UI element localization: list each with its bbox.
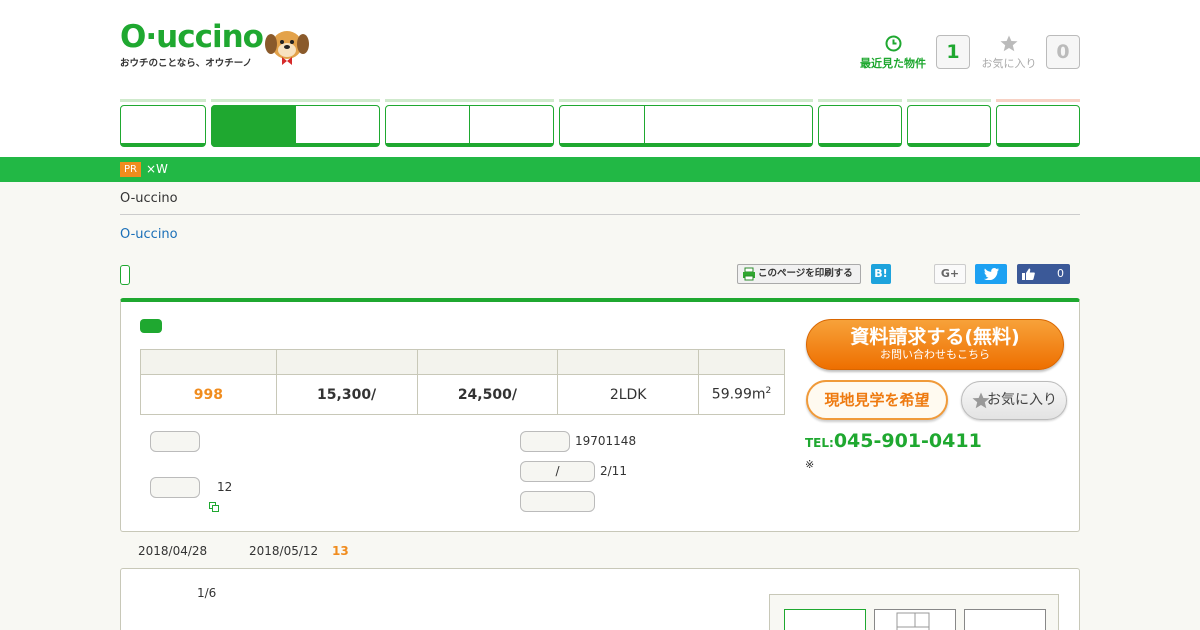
management-fee-value: 15,300/ — [275, 374, 418, 415]
breadcrumb-divider — [120, 214, 1080, 215]
phone-note: ※ — [805, 458, 815, 471]
tel-label: TEL: — [805, 436, 834, 450]
new-badge — [140, 319, 162, 333]
hatena-bookmark-button[interactable]: B! — [871, 264, 891, 284]
tweet-button[interactable] — [975, 264, 1007, 284]
layout-header — [557, 349, 700, 375]
nav-tab-4[interactable] — [559, 105, 813, 147]
add-favorite-button[interactable]: お気に入り — [961, 381, 1067, 420]
nav-accent-1 — [120, 99, 206, 102]
floorplan-icon — [896, 612, 930, 630]
price-value: 998 — [140, 374, 277, 415]
area-value: 59.99m2 — [698, 374, 785, 415]
logo[interactable]: O·uccino おウチのことなら、オウチーノ — [120, 19, 264, 69]
breadcrumb: O-uccino — [120, 191, 178, 206]
mascot-dog-icon — [265, 31, 309, 65]
pr-badge: PR — [120, 162, 141, 177]
nav-divider — [644, 105, 645, 145]
external-window-icon[interactable] — [209, 502, 219, 512]
repair-fund-value: 24,500/ — [416, 374, 559, 415]
nav-divider — [469, 105, 470, 145]
request-sub-label: お問い合わせもこちら — [880, 348, 990, 361]
thumbnail-1[interactable] — [784, 609, 866, 630]
area-header — [698, 349, 785, 375]
recent-label: 最近見た物件 — [860, 57, 926, 70]
units-value: 12 — [217, 480, 233, 494]
thumbnail-3[interactable] — [964, 609, 1046, 630]
address-tag — [150, 431, 200, 452]
twitter-bird-icon — [984, 268, 999, 280]
promo-bar — [0, 157, 1200, 182]
star-icon — [972, 392, 990, 409]
print-page-button[interactable]: このページを印刷する — [737, 264, 861, 284]
google-plus-button[interactable]: G+ — [934, 264, 966, 284]
request-info-button[interactable]: 資料請求する(無料) お問い合わせもこちら — [806, 319, 1064, 370]
built-tag — [520, 431, 570, 452]
nav-accent-7 — [996, 99, 1080, 102]
nav-tab-7[interactable] — [996, 105, 1080, 147]
favorites-count-badge[interactable]: 0 — [1046, 35, 1080, 69]
nav-tab-6[interactable] — [907, 105, 991, 147]
thumbnail-floorplan[interactable] — [874, 609, 956, 630]
update-date: 2018/05/12 — [249, 544, 319, 558]
management-fee-header — [275, 349, 418, 375]
facebook-like-count: 0 — [1057, 267, 1064, 280]
nav-tab-2-active[interactable] — [211, 105, 296, 147]
print-label: このページを印刷する — [758, 268, 853, 279]
nav-accent-2 — [211, 99, 380, 102]
floor-tag: / — [520, 461, 595, 482]
recent-count-badge[interactable]: 1 — [936, 35, 970, 69]
floor-value: 2/11 — [600, 464, 627, 478]
units-tag — [150, 477, 200, 498]
area-number: 59.99m — [711, 386, 766, 403]
favorites-label: お気に入り — [981, 57, 1037, 70]
printer-icon — [743, 267, 755, 281]
layout-value: 2LDK — [557, 374, 700, 415]
property-summary-table: 998 15,300/ 24,500/ 2LDK 59.99m2 — [140, 349, 785, 415]
phone-number[interactable]: TEL:045-901-0411 — [805, 430, 982, 452]
logo-tagline: おウチのことなら、オウチーノ — [120, 58, 253, 69]
structure-tag — [520, 491, 595, 512]
repair-fund-header — [416, 349, 559, 375]
visit-request-button[interactable]: 現地見学を希望 — [806, 380, 948, 420]
area-superscript: 2 — [765, 386, 772, 397]
nav-tab-1[interactable] — [120, 105, 206, 147]
recent-viewed-link[interactable]: 最近見た物件 — [858, 35, 928, 71]
nav-tab-5[interactable] — [818, 105, 902, 147]
nav-accent-4 — [559, 99, 813, 102]
favorite-button-label: お気に入り — [987, 392, 1057, 408]
days-count: 13 — [332, 544, 349, 558]
clock-icon — [885, 35, 901, 52]
nav-accent-5 — [818, 99, 902, 102]
photo-counter: 1/6 — [197, 586, 217, 600]
thumbs-up-icon — [1022, 268, 1035, 280]
promo-text[interactable]: ×W — [146, 162, 168, 177]
posted-date: 2018/04/28 — [138, 544, 208, 558]
price-header — [140, 349, 277, 375]
facebook-like-button[interactable]: 0 — [1017, 264, 1070, 284]
request-main-label: 資料請求する(無料) — [850, 326, 1020, 348]
nav-accent-6 — [907, 99, 991, 102]
logo-text: O·uccino — [120, 19, 264, 55]
breadcrumb-link[interactable]: O-uccino — [120, 227, 178, 242]
built-value: 19701148 — [575, 434, 637, 448]
tel-number: 045-901-0411 — [833, 430, 982, 452]
nav-accent-3 — [385, 99, 554, 102]
property-type-tag — [120, 265, 130, 285]
star-icon — [1000, 35, 1018, 52]
favorites-link[interactable]: お気に入り — [980, 35, 1038, 71]
